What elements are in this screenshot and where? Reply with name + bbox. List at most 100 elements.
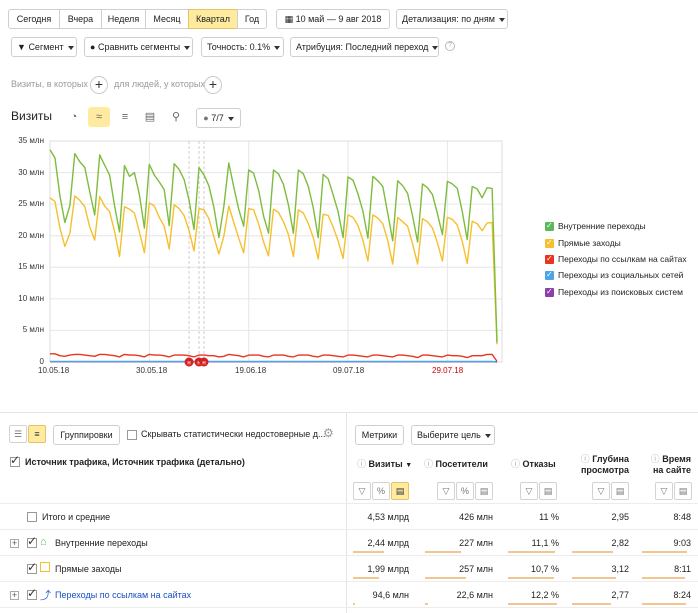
bar-chart-icon[interactable]: ▤ bbox=[475, 482, 493, 500]
accuracy-dropdown[interactable]: Точность: 0.1% bbox=[201, 37, 284, 57]
segment-button[interactable]: ▼ Сегмент bbox=[11, 37, 77, 57]
accuracy-label: Точность: 0.1% bbox=[207, 42, 271, 52]
row-checkbox[interactable] bbox=[27, 560, 37, 574]
period-tab-yesterday[interactable]: Вчера bbox=[59, 9, 102, 29]
row-visitors: 257 млн bbox=[459, 564, 493, 574]
chevron-down-icon bbox=[274, 45, 281, 50]
hide-unreliable-checkbox[interactable] bbox=[127, 430, 137, 440]
row-value-bar bbox=[425, 577, 466, 579]
grouping-button[interactable]: Группировки bbox=[53, 425, 120, 445]
bar-chart-icon[interactable]: ▤ bbox=[611, 482, 629, 500]
period-tab-quarter[interactable]: Квартал bbox=[188, 9, 238, 29]
chevron-down-icon bbox=[227, 116, 234, 121]
row-visits: 94,6 млн bbox=[372, 590, 409, 600]
y-tick-label: 35 млн bbox=[18, 136, 44, 145]
bar-chart-icon[interactable]: ▤ bbox=[539, 482, 557, 500]
calendar-icon: ▦ bbox=[284, 14, 294, 24]
legend-checkbox-icon bbox=[545, 253, 554, 264]
metrics-button[interactable]: Метрики bbox=[355, 425, 404, 445]
info-icon: ⓘ bbox=[357, 459, 367, 469]
select-all-checkbox[interactable] bbox=[10, 453, 20, 467]
percent-icon[interactable]: % bbox=[456, 482, 474, 500]
series-line-3 bbox=[50, 360, 498, 363]
legend-label: Переходы из поисковых систем bbox=[558, 287, 683, 297]
visits-line-chart[interactable]: ннн bbox=[0, 0, 698, 380]
date-range-button[interactable]: ▦ 10 май — 9 авг 2018 bbox=[276, 9, 390, 29]
row-value-bar bbox=[425, 603, 429, 605]
detail-dropdown[interactable]: Детализация: по дням bbox=[396, 9, 508, 29]
totals-time: 8:48 bbox=[673, 512, 691, 522]
totals-checkbox[interactable] bbox=[27, 512, 37, 522]
y-tick-label: 15 млн bbox=[18, 262, 44, 271]
compare-segments-button[interactable]: ● Сравнить сегменты bbox=[84, 37, 193, 57]
bar-chart-icon[interactable]: ▤ bbox=[674, 482, 692, 500]
filter-icon[interactable]: ▽ bbox=[520, 482, 538, 500]
plot-frame bbox=[49, 140, 503, 363]
expand-icon[interactable]: + bbox=[10, 591, 19, 600]
bar-chart-icon[interactable]: ▤ bbox=[391, 482, 409, 500]
annotation-label: н bbox=[197, 361, 200, 367]
filter-icon[interactable]: ▽ bbox=[655, 482, 673, 500]
column-header-visits[interactable]: ⓘ Визиты ▼ bbox=[357, 457, 412, 470]
date-range-label: 10 май — 9 авг 2018 bbox=[295, 14, 382, 24]
row-visitors: 227 млн bbox=[459, 538, 493, 548]
map-pin-icon[interactable]: ⚲ bbox=[165, 107, 187, 127]
compare-icon: ● bbox=[90, 42, 96, 52]
row-divider bbox=[0, 555, 698, 556]
row-checkbox[interactable] bbox=[27, 586, 37, 600]
series-line-0 bbox=[49, 149, 498, 343]
sort-desc-icon: ▼ bbox=[405, 462, 413, 469]
row-divider bbox=[0, 503, 698, 504]
row-checkbox[interactable] bbox=[27, 534, 37, 548]
visits-condition-label: Визиты, в которых bbox=[11, 79, 88, 89]
row-time: 8:11 bbox=[674, 564, 691, 574]
period-tab-week[interactable]: Неделя bbox=[101, 9, 146, 29]
column-header-bounces[interactable]: ⓘ Отказы bbox=[511, 457, 556, 470]
totals-bounces: 11 % bbox=[539, 512, 559, 522]
chevron-down-icon bbox=[184, 45, 191, 50]
info-icon: ⓘ bbox=[511, 459, 521, 469]
series-select-dropdown[interactable]: ● 7/7 bbox=[196, 108, 241, 128]
row-label-link[interactable]: Переходы по ссылкам на сайтах bbox=[55, 590, 191, 600]
expand-icon[interactable]: + bbox=[10, 539, 19, 548]
gear-icon[interactable]: ⚙ bbox=[323, 426, 334, 440]
attribution-dropdown[interactable]: Атрибуция: Последний переход bbox=[290, 37, 439, 57]
bar-chart-icon[interactable]: ▤ bbox=[139, 107, 161, 127]
row-value-bar bbox=[642, 551, 687, 553]
chevron-down-icon bbox=[67, 45, 74, 50]
column-header-depth[interactable]: ⓘ Глубина просмотра bbox=[567, 454, 629, 476]
tree-view-icon[interactable]: ≡ bbox=[28, 425, 46, 443]
row-divider bbox=[0, 529, 698, 530]
series-line-2 bbox=[50, 353, 498, 362]
row-label: Внутренние переходы bbox=[55, 538, 148, 548]
list-view-icon[interactable]: ☰ bbox=[9, 425, 27, 443]
column-header-label: Визиты bbox=[368, 459, 403, 469]
add-visit-condition-button[interactable]: + bbox=[90, 76, 108, 94]
annotation-label: н bbox=[202, 361, 205, 367]
line-chart-icon[interactable]: ≈ bbox=[88, 107, 110, 127]
filter-icon[interactable]: ▽ bbox=[592, 482, 610, 500]
column-header-time[interactable]: ⓘ Время на сайте bbox=[641, 454, 691, 476]
filter-icon[interactable]: ▽ bbox=[353, 482, 371, 500]
annotation-marker bbox=[194, 357, 204, 367]
area-chart-icon[interactable]: ≡ bbox=[114, 107, 136, 127]
goal-dropdown[interactable]: Выберите цель bbox=[411, 425, 495, 445]
help-icon[interactable]: ? bbox=[445, 41, 455, 51]
series-counter: 7/7 bbox=[211, 113, 224, 123]
chevron-down-icon bbox=[432, 45, 439, 50]
row-value-bar bbox=[508, 577, 554, 579]
column-header-visitors[interactable]: ⓘ Посетители bbox=[424, 457, 488, 470]
add-people-condition-button[interactable]: + bbox=[204, 76, 222, 94]
goal-label: Выберите цель bbox=[417, 430, 481, 440]
annotation-marker bbox=[199, 357, 209, 367]
period-tab-year[interactable]: Год bbox=[237, 9, 267, 29]
period-tab-month[interactable]: Месяц bbox=[145, 9, 189, 29]
row-value-bar bbox=[353, 603, 356, 605]
period-tab-today[interactable]: Сегодня bbox=[8, 9, 60, 29]
pie-chart-icon[interactable]: ◔ bbox=[63, 107, 85, 127]
percent-icon[interactable]: % bbox=[372, 482, 390, 500]
filter-icon[interactable]: ▽ bbox=[437, 482, 455, 500]
link-icon: ⤴ bbox=[40, 590, 51, 602]
compare-label: Сравнить сегменты bbox=[97, 42, 181, 52]
hide-unreliable-label: Скрывать статистически недостоверные д..… bbox=[141, 429, 326, 439]
